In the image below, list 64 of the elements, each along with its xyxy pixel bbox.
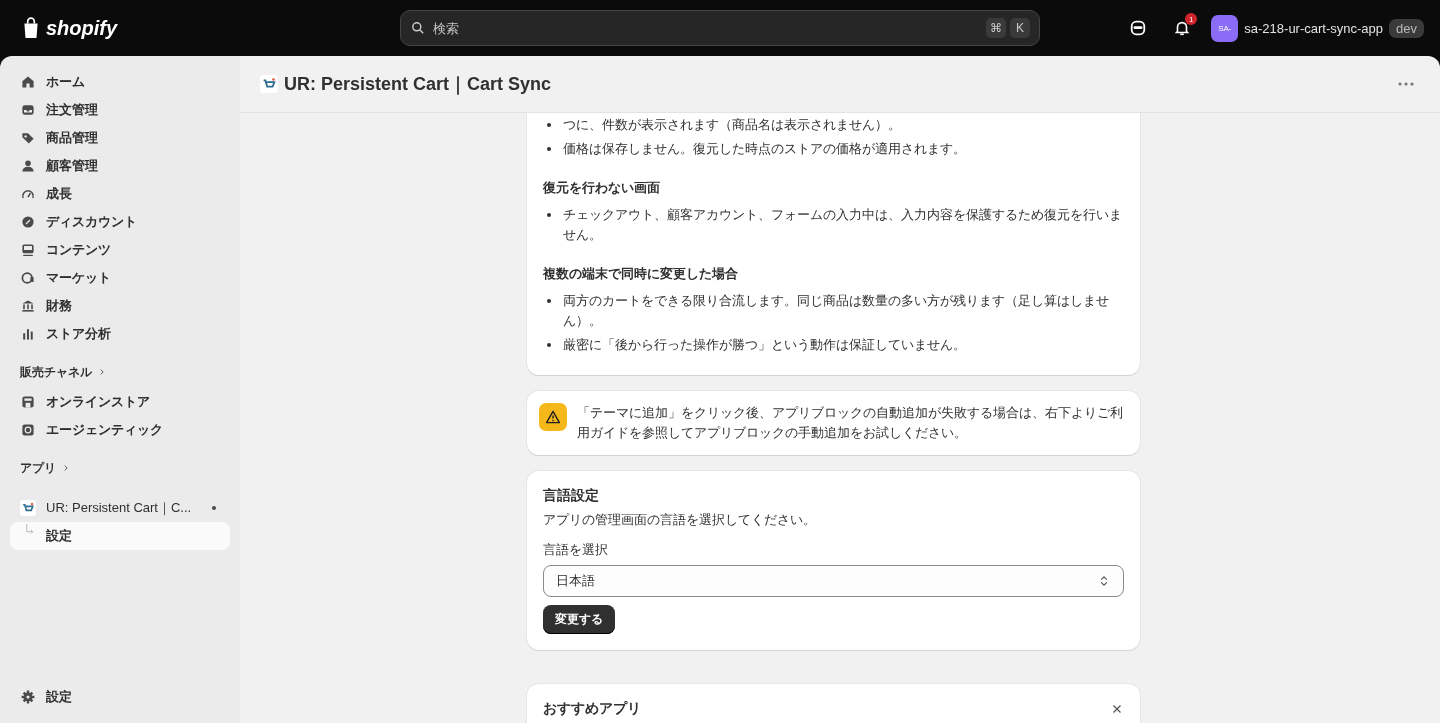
home-icon <box>20 74 36 90</box>
shortcut-key: ⌘ <box>986 18 1006 38</box>
nav-item[interactable]: 顧客管理 <box>10 152 230 180</box>
section-heading: 複数の端末で同時に変更した場合 <box>543 265 739 283</box>
account-button[interactable]: SA- sa-218-ur-cart-sync-app dev <box>1211 14 1424 42</box>
nav-item[interactable]: 設定 <box>10 522 230 550</box>
nav-item[interactable]: ストア分析 <box>10 320 230 348</box>
bullet-icon <box>547 299 551 303</box>
storefront-icon <box>20 394 36 410</box>
list-item-text: 価格は保存しません。復元した時点のストアの価格が適用されます。 <box>563 140 966 158</box>
warning-text: 「テーマに追加」をクリック後、アプリブロックの自動追加が失敗する場合は、右下よりご利用ガイドを参照してアプリブロックの手動追加をお試しください。 <box>577 404 1124 442</box>
notification-badge: 1 <box>1185 13 1198 25</box>
bar-chart-icon <box>20 326 36 342</box>
gear-icon <box>20 689 36 705</box>
bullet-icon <box>547 123 551 127</box>
nav-item[interactable]: 商品管理 <box>10 124 230 152</box>
change-button[interactable]: 変更する <box>543 605 615 634</box>
bell-icon <box>1173 19 1192 37</box>
shopify-logo[interactable]: shopify <box>20 16 400 40</box>
card-title: おすすめアプリ <box>543 700 641 718</box>
shortcut-key: K <box>1010 18 1030 38</box>
nav-item[interactable]: ホーム <box>10 68 230 96</box>
nav-item[interactable]: コンテンツ <box>10 236 230 264</box>
nav-item[interactable]: UR: Persistent Cart｜C... <box>10 494 230 522</box>
person-icon <box>20 158 36 174</box>
dev-badge: dev <box>1389 18 1424 38</box>
warning-icon <box>539 403 567 431</box>
discount-badge-icon <box>20 214 36 230</box>
notifications-button[interactable]: 1 <box>1167 13 1198 43</box>
nav-item[interactable]: 注文管理 <box>10 96 230 124</box>
list-item-text: 厳密に「後から行った操作が勝つ」という動作は保証していません。 <box>563 336 966 354</box>
section-heading-link[interactable]: アプリ <box>10 458 230 478</box>
list-item-text: 両方のカートをできる限り合流します。同じ商品は数量の多い方が残ります（足し算はしません）。 <box>563 292 1110 330</box>
store-name: sa-218-ur-cart-sync-app <box>1244 20 1384 36</box>
nav-item[interactable]: 成長 <box>10 180 230 208</box>
inbox-icon <box>20 102 36 118</box>
list-item-text: チェックアウト、顧客アカウント、フォームの入力中は、入力内容を保護するため復元を行いません。 <box>563 206 1123 244</box>
bullet-icon <box>547 147 551 151</box>
nav-item[interactable]: ディスカウント <box>10 208 230 236</box>
card-title: 言語設定 <box>543 487 600 505</box>
section-heading-link[interactable]: 販売チャネル <box>10 362 230 382</box>
list-item-text: つに、件数が表示されます（商品名は表示されません）。 <box>563 116 901 134</box>
tag-icon <box>20 130 36 146</box>
status-dot <box>212 506 216 510</box>
cart-icon <box>20 500 36 516</box>
bullet-icon <box>547 213 551 217</box>
nav-item[interactable]: 設定 <box>10 683 230 711</box>
image-icon <box>20 242 36 258</box>
field-label: 言語を選択 <box>543 541 609 559</box>
language-select[interactable]: 日本語 <box>543 565 1124 597</box>
page-title: UR: Persistent Cart｜Cart Sync <box>284 73 552 96</box>
nav-item[interactable]: 財務 <box>10 292 230 320</box>
search-icon <box>410 20 426 36</box>
ellipsis-icon <box>1398 82 1414 86</box>
bullet-icon <box>547 343 551 347</box>
card-description: アプリの管理画面の言語を選択してください。 <box>543 511 817 529</box>
nav-item[interactable]: マーケット <box>10 264 230 292</box>
cart-icon <box>260 75 278 93</box>
nav-item[interactable]: エージェンティック <box>10 416 230 444</box>
avatar: SA- <box>1211 14 1239 42</box>
nav-item[interactable]: オンラインストア <box>10 388 230 416</box>
bank-icon <box>20 298 36 314</box>
section-heading: 復元を行わない画面 <box>543 179 661 197</box>
more-actions-button[interactable] <box>1396 80 1416 88</box>
